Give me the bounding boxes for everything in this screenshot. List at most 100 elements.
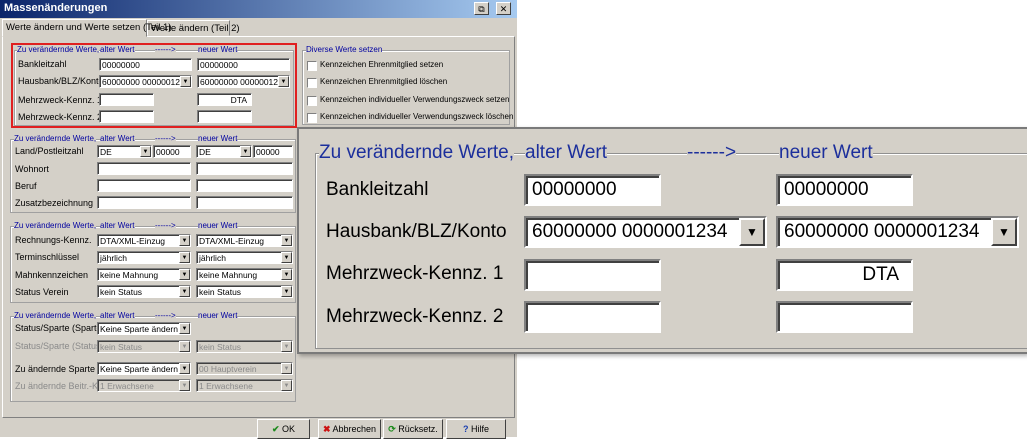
label-wohnort: Wohnort xyxy=(15,164,49,174)
status-sparte-new-select[interactable]: kein Status ▼ xyxy=(196,340,293,353)
zoom-new-header: neuer Wert xyxy=(779,142,873,164)
country-old-select[interactable]: DE ▼ xyxy=(97,145,152,158)
status-sparte-old-select[interactable]: kein Status ▼ xyxy=(97,340,191,353)
chevron-down-icon[interactable]: ▼ xyxy=(179,286,190,297)
zoom-bankleitzahl-old-input[interactable]: 00000000 xyxy=(524,174,661,206)
chevron-down-icon[interactable]: ▼ xyxy=(179,380,190,391)
chevron-down-icon[interactable]: ▼ xyxy=(179,269,190,280)
rechnung-old-value: DTA/XML-Einzug xyxy=(100,236,166,246)
chevron-down-icon[interactable]: ▼ xyxy=(281,341,292,352)
tab-teil-1[interactable]: Werte ändern und Werte setzen (Teil 1) xyxy=(2,19,171,37)
wohnort-old-input[interactable] xyxy=(97,162,191,175)
group4-title: Zu verändernde Werte, xyxy=(14,311,97,321)
status-new-select[interactable]: kein Status ▼ xyxy=(196,285,293,298)
mahn-new-select[interactable]: keine Mahnung ▼ xyxy=(196,268,293,281)
wohnort-new-input[interactable] xyxy=(196,162,293,175)
beruf-old-input[interactable] xyxy=(97,179,191,192)
zoom-mehrzweck-1-old-input[interactable] xyxy=(524,259,661,291)
restore-button[interactable]: ⧉ xyxy=(474,2,489,15)
checkbox-verwendungszweck-setzen[interactable] xyxy=(307,96,317,106)
termin-old-select[interactable]: jährlich ▼ xyxy=(97,251,191,264)
zu-sparte-old-select[interactable]: Keine Sparte ändern ▼ xyxy=(97,362,191,375)
chevron-down-icon[interactable]: ▼ xyxy=(281,235,292,246)
chevron-down-icon[interactable]: ▼ xyxy=(179,252,190,263)
chevron-down-icon[interactable]: ▼ xyxy=(739,218,765,246)
label-status-sparte-sparte: Status/Sparte (Sparte) xyxy=(15,323,105,333)
ok-label: OK xyxy=(282,424,296,434)
beruf-new-input[interactable] xyxy=(196,179,293,192)
zoom-callout: Zu verändernde Werte, alter Wert ------>… xyxy=(297,127,1027,354)
group4-new-header: neuer Wert xyxy=(198,311,238,321)
zoom-hausbank-new-select[interactable]: 60000000 0000001234 ▼ xyxy=(776,216,1019,248)
chevron-down-icon[interactable]: ▼ xyxy=(991,218,1017,246)
checkbox-ehrenmitglied-setzen[interactable] xyxy=(307,61,317,71)
group2-old-header: alter Wert xyxy=(100,134,135,144)
zoom-arrow: ------> xyxy=(687,142,737,164)
plz-new-input[interactable]: 00000 xyxy=(253,145,293,158)
status-old-select[interactable]: kein Status ▼ xyxy=(97,285,191,298)
zoom-hausbank-old-select[interactable]: 60000000 0000001234 ▼ xyxy=(524,216,767,248)
checkbox-ehrenmitglied-loeschen[interactable] xyxy=(307,78,317,88)
chevron-down-icon[interactable]: ▼ xyxy=(281,286,292,297)
zoom-hausbank-new-value: 60000000 0000001234 xyxy=(784,221,980,242)
rechnung-new-value: DTA/XML-Einzug xyxy=(199,236,265,246)
zu-sparte-new-value: 00 Hauptverein xyxy=(199,364,257,374)
close-button[interactable]: ✕ xyxy=(496,2,511,15)
group2-arrow: ------> xyxy=(155,134,176,144)
title-bar: Massenänderungen ⧉ ✕ xyxy=(0,0,517,18)
sparte-select[interactable]: Keine Sparte ändern ▼ xyxy=(97,322,191,335)
chevron-down-icon[interactable]: ▼ xyxy=(179,341,190,352)
mahn-old-select[interactable]: keine Mahnung ▼ xyxy=(97,268,191,281)
ok-button[interactable]: ✔ OK xyxy=(257,419,310,439)
zoom-mehrzweck-2-old-input[interactable] xyxy=(524,301,661,333)
group3-title: Zu verändernde Werte, xyxy=(14,221,97,231)
sparte-value: Keine Sparte ändern xyxy=(100,324,178,334)
chevron-down-icon[interactable]: ▼ xyxy=(140,146,151,157)
help-label: Hilfe xyxy=(471,424,490,434)
chevron-down-icon[interactable]: ▼ xyxy=(281,380,292,391)
beitr-new-select[interactable]: 1 Erwachsene ▼ xyxy=(196,379,293,392)
chevron-down-icon[interactable]: ▼ xyxy=(281,269,292,280)
cancel-button[interactable]: ✖ Abbrechen xyxy=(318,419,381,439)
rechnung-old-select[interactable]: DTA/XML-Einzug ▼ xyxy=(97,234,191,247)
termin-old-value: jährlich xyxy=(100,253,127,263)
reset-label: Rücksetz. xyxy=(398,424,438,434)
chevron-down-icon[interactable]: ▼ xyxy=(240,146,251,157)
help-button[interactable]: ? Hilfe xyxy=(446,419,506,439)
checkbox-verwendungszweck-loeschen[interactable] xyxy=(307,113,317,123)
chevron-down-icon[interactable]: ▼ xyxy=(281,363,292,374)
zu-sparte-old-value: Keine Sparte ändern xyxy=(100,364,178,374)
close-x-icon: ✖ xyxy=(322,424,331,434)
chevron-down-icon[interactable]: ▼ xyxy=(179,235,190,246)
zoom-label-bankleitzahl: Bankleitzahl xyxy=(326,179,429,200)
country-new-select[interactable]: DE ▼ xyxy=(196,145,252,158)
label-mahnkennzeichen: Mahnkennzeichen xyxy=(15,270,89,280)
label-status-verein: Status Verein xyxy=(15,287,69,297)
mahn-new-value: keine Mahnung xyxy=(199,270,258,280)
rechnung-new-select[interactable]: DTA/XML-Einzug ▼ xyxy=(196,234,293,247)
label-zu-aendernde-sparte: Zu ändernde Sparte xyxy=(15,364,96,374)
zoom-mehrzweck-1-new-input[interactable]: DTA xyxy=(776,259,913,291)
beitr-old-select[interactable]: 1 Erwachsene ▼ xyxy=(97,379,191,392)
zusatz-old-input[interactable] xyxy=(97,196,191,209)
zusatz-new-input[interactable] xyxy=(196,196,293,209)
chevron-down-icon[interactable]: ▼ xyxy=(179,323,190,334)
label-status-sparte-status: Status/Sparte (Status) xyxy=(15,341,104,351)
termin-new-value: jährlich xyxy=(199,253,226,263)
termin-new-select[interactable]: jährlich ▼ xyxy=(196,251,293,264)
country-old-value: DE xyxy=(100,147,112,157)
chevron-down-icon[interactable]: ▼ xyxy=(179,363,190,374)
zu-sparte-new-select[interactable]: 00 Hauptverein ▼ xyxy=(196,362,293,375)
zoom-label-mehrzweck-2: Mehrzweck-Kennz. 2 xyxy=(326,306,504,327)
label-beruf: Beruf xyxy=(15,181,37,191)
zoom-old-header: alter Wert xyxy=(525,142,608,164)
status-sparte-new-value: kein Status xyxy=(199,342,242,352)
zoom-bankleitzahl-new-input[interactable]: 00000000 xyxy=(776,174,913,206)
reset-button[interactable]: ⟳ Rücksetz. xyxy=(383,419,443,439)
help-icon: ? xyxy=(462,424,469,434)
status-old-value: kein Status xyxy=(100,287,143,297)
zoom-mehrzweck-2-new-input[interactable] xyxy=(776,301,913,333)
plz-old-input[interactable]: 00000 xyxy=(153,145,191,158)
chevron-down-icon[interactable]: ▼ xyxy=(281,252,292,263)
group4-arrow: ------> xyxy=(155,311,176,321)
